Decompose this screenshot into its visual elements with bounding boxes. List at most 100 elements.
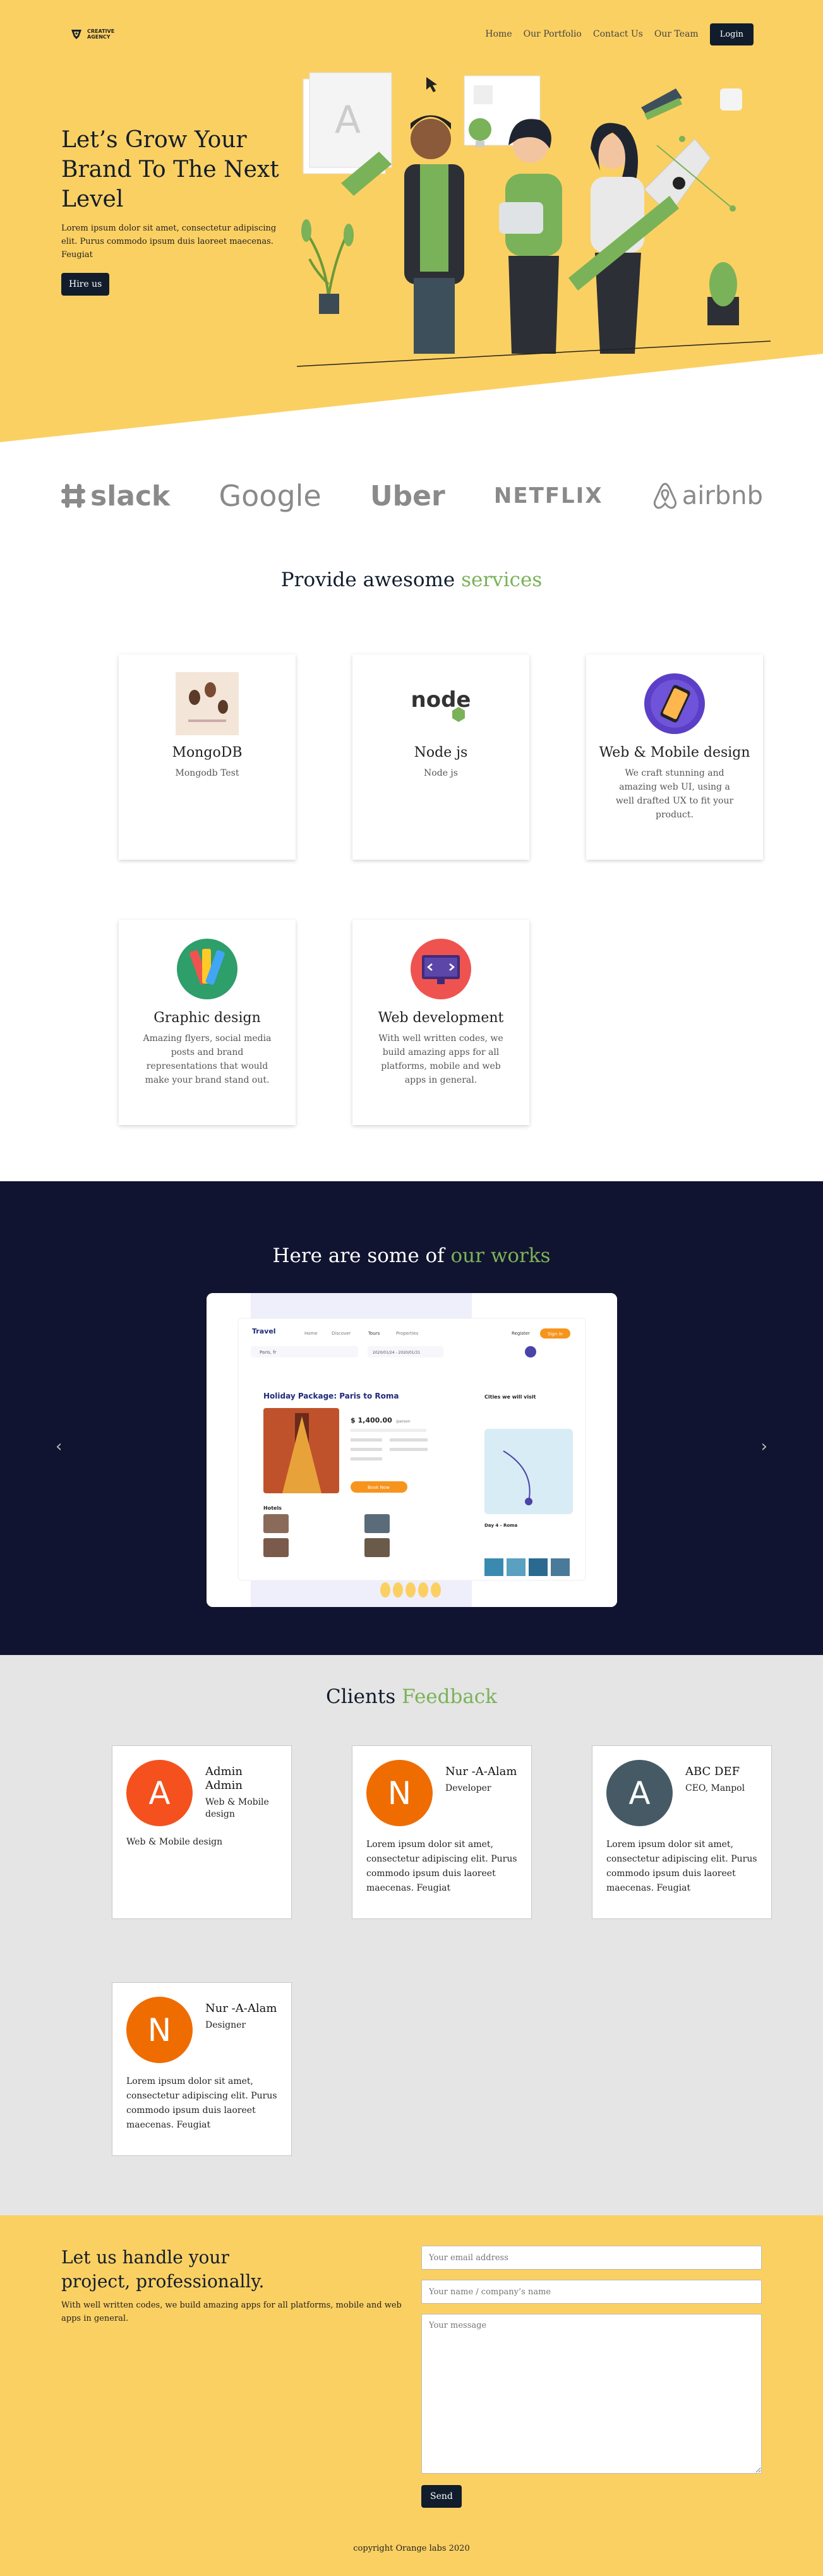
airbnb-logo-icon [653, 483, 676, 509]
feedback-card: N Nur -A-Alam Developer Lorem ipsum dolo… [352, 1745, 532, 1919]
service-title: Node js [414, 745, 468, 761]
service-title: MongoDB [172, 745, 243, 761]
email-field[interactable] [421, 2246, 762, 2270]
carousel-prev-arrow-icon[interactable]: ‹ [56, 1437, 62, 1456]
service-card-nodejs[interactable]: node Node js Node js [352, 654, 529, 860]
mock-nav-home: Home [304, 1331, 318, 1336]
avatar: A [126, 1760, 193, 1826]
hire-us-button[interactable]: Hire us [61, 273, 110, 296]
mock-search: Paris, fr [260, 1350, 277, 1355]
works-title-main: Here are some of [272, 1244, 451, 1267]
service-text: Mongodb Test [175, 768, 239, 778]
portfolio-carousel-slide[interactable]: Travel Home Discover Tours Properties Re… [207, 1293, 617, 1607]
top-navbar: CREATIVE AGENCY Home Our Portfolio Conta… [69, 21, 754, 47]
message-field[interactable] [421, 2314, 762, 2474]
slack-logo-icon [61, 484, 85, 508]
service-card-mongodb[interactable]: MongoDB Mongodb Test [119, 654, 296, 860]
client-brands-row: slack Google Uber NETFLIX airbnb [0, 442, 823, 550]
contact-section: Let us handle your project, professional… [0, 2215, 823, 2576]
services-title: Provide awesome services [0, 569, 823, 591]
mock-signin: Sign in [548, 1332, 563, 1337]
mock-package-title: Holiday Package: Paris to Roma [263, 1392, 399, 1400]
feedback-title-accent: Feedback [402, 1685, 497, 1708]
hero-description: Lorem ipsum dolor sit amet, consectetur … [61, 224, 277, 260]
hero-illustration: A [296, 72, 771, 367]
feedback-title-main: Clients [326, 1685, 402, 1708]
feedback-card: A ABC DEF CEO, Manpol Lorem ipsum dolor … [592, 1745, 772, 1919]
name-field[interactable] [421, 2280, 762, 2304]
feedback-role: Designer [205, 2020, 246, 2030]
services-title-accent: services [461, 569, 543, 591]
avatar: N [126, 1997, 193, 2063]
brand-airbnb-name: airbnb [682, 481, 763, 510]
service-card-graphic[interactable]: Graphic design Amazing flyers, social me… [119, 920, 296, 1125]
feedback-role: Developer [445, 1783, 491, 1793]
avatar: A [606, 1760, 673, 1826]
mock-book-button: Book Now [368, 1485, 390, 1490]
feedback-name: ABC DEF [685, 1765, 740, 1778]
nav-link-home[interactable]: Home [485, 29, 512, 39]
nav-link-team[interactable]: Our Team [654, 29, 699, 39]
feedback-section: Clients Feedback A Admin Admin Web & Mob… [0, 1655, 823, 2215]
service-title: Web & Mobile design [599, 745, 750, 761]
works-title: Here are some of our works [0, 1181, 823, 1267]
brand-netflix: NETFLIX [494, 483, 603, 509]
creative-agency-logo-icon [71, 30, 81, 39]
feedback-name: Admin Admin [205, 1765, 243, 1792]
brand-slack-name: slack [90, 479, 171, 512]
brand-uber-name: Uber [369, 479, 445, 512]
brand-google-name: Google [219, 479, 321, 513]
feedback-title: Clients Feedback [0, 1655, 823, 1708]
brand-netflix-name: NETFLIX [493, 483, 603, 509]
contact-form: Send [421, 2246, 762, 2508]
feedback-card: A Admin Admin Web & Mobile design Web & … [112, 1745, 292, 1919]
hero-section: CREATIVE AGENCY Home Our Portfolio Conta… [0, 0, 823, 442]
nav-link-portfolio[interactable]: Our Portfolio [524, 29, 582, 39]
login-button[interactable]: Login [709, 23, 754, 45]
hero-art-letter: A [335, 98, 361, 142]
contact-description: With well written codes, we build amazin… [61, 2301, 402, 2323]
contact-title: Let us handle your project, professional… [61, 2247, 265, 2292]
palette-icon [177, 939, 237, 999]
carousel-next-arrow-icon[interactable]: › [761, 1437, 767, 1456]
logo-line-1: CREATIVE [87, 28, 115, 34]
hero-title: Let’s Grow Your Brand To The Next Level [61, 127, 279, 212]
service-card-web-mobile[interactable]: Web & Mobile design We craft stunning an… [586, 654, 763, 860]
service-card-webdev[interactable]: Web development With well written codes,… [352, 920, 529, 1125]
feedback-text: Web & Mobile design [126, 1837, 223, 1847]
copyright-text: copyright Orange labs 2020 [353, 2544, 470, 2553]
brand-uber: Uber [370, 480, 445, 512]
mock-brand: Travel [252, 1327, 276, 1335]
mock-dates: 2020/01/24 - 2020/01/31 [373, 1351, 420, 1355]
services-title-main: Provide awesome [280, 569, 462, 591]
mock-nav-properties: Properties [396, 1331, 419, 1336]
feedback-role: Web & Mobile design [205, 1797, 269, 1819]
mock-price: $ 1,400.00 [351, 1416, 392, 1424]
mock-hotels: Hotels [263, 1505, 282, 1511]
feedback-text: Lorem ipsum dolor sit amet, consectetur … [606, 1839, 757, 1893]
send-button[interactable]: Send [421, 2485, 462, 2508]
nav-link-contact[interactable]: Contact Us [593, 29, 643, 39]
nodejs-logo-icon: node [411, 687, 471, 722]
mock-cities-title: Cities we will visit [484, 1394, 536, 1400]
logo-line-2: AGENCY [87, 34, 111, 40]
service-cards: MongoDB Mongodb Test node Node js Node j… [0, 591, 823, 1147]
service-text: With well written codes, we build amazin… [378, 1033, 503, 1085]
feedback-text: Lorem ipsum dolor sit amet, consectetur … [126, 2076, 277, 2130]
brand-logo[interactable]: CREATIVE AGENCY [69, 27, 114, 41]
mock-nav-tours: Tours [368, 1331, 380, 1336]
mongodb-image-icon [176, 672, 239, 735]
service-text: Node js [424, 768, 458, 778]
nodejs-logo-text: node [411, 687, 471, 713]
service-text: Amazing flyers, social media posts and b… [143, 1033, 272, 1085]
works-section: Here are some of our works ‹ › Travel Ho… [0, 1181, 823, 1655]
avatar: N [366, 1760, 433, 1826]
feedback-text: Lorem ipsum dolor sit amet, consectetur … [366, 1839, 517, 1893]
hero-text-block: Let’s Grow Your Brand To The Next Level … [61, 125, 279, 296]
feedback-role: CEO, Manpol [685, 1783, 745, 1793]
monitor-code-icon [411, 939, 471, 999]
travel-app-mockup: Travel Home Discover Tours Properties Re… [207, 1293, 617, 1607]
cursor-icon [426, 77, 437, 92]
brand-airbnb: airbnb [652, 481, 763, 510]
service-title: Web development [378, 1010, 504, 1026]
